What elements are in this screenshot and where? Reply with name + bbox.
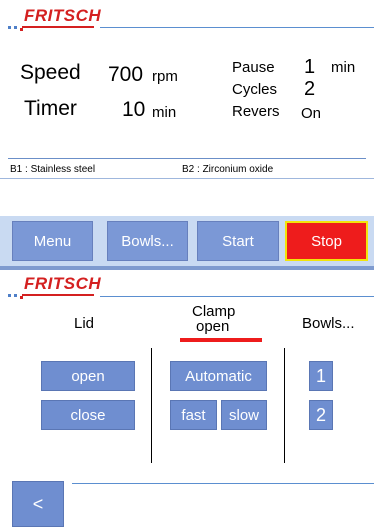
separator-line [8, 158, 366, 159]
clamp-slow-button[interactable]: slow [221, 400, 267, 430]
timer-value: 10 [122, 98, 146, 121]
cycles-value: 2 [304, 78, 316, 100]
fritsch-logo: FRITSCH [24, 6, 102, 25]
speed-unit: rpm [152, 68, 178, 85]
bowl-1-button[interactable]: 1 [309, 361, 333, 391]
separator-line-2 [0, 178, 374, 179]
header-line [100, 27, 374, 28]
revers-value: On [301, 105, 322, 122]
speed-label: Speed [20, 61, 81, 84]
stop-button[interactable]: Stop [285, 221, 368, 261]
bowl-2-button[interactable]: 2 [309, 400, 333, 430]
clamp-fast-button[interactable]: fast [170, 400, 217, 430]
timer-unit: min [152, 104, 177, 121]
logo-underline-2 [22, 294, 94, 296]
header-line-2 [100, 296, 374, 297]
lid-open-button[interactable]: open [41, 361, 135, 391]
menu-button[interactable]: Menu [12, 221, 93, 261]
pause-label: Pause [232, 59, 275, 76]
lid-close-button[interactable]: close [41, 400, 135, 430]
pause-value: 1 [304, 56, 316, 78]
lid-label: Lid [74, 315, 95, 332]
column-divider-2 [284, 348, 285, 463]
bowl-1-material: B1 : Stainless steel [10, 164, 96, 175]
bowls-button[interactable]: Bowls... [107, 221, 188, 261]
footer-line [72, 483, 374, 484]
clamp-state: open [196, 318, 230, 335]
fritsch-logo-2: FRITSCH [24, 274, 102, 293]
start-button[interactable]: Start [197, 221, 279, 261]
clamp-state-indicator [180, 338, 262, 342]
timer-label: Timer [24, 97, 77, 120]
column-divider-1 [151, 348, 152, 463]
cycles-label: Cycles [232, 81, 278, 98]
revers-label: Revers [232, 103, 280, 120]
pause-unit: min [331, 59, 356, 76]
back-button[interactable]: < [12, 481, 64, 527]
clamp-automatic-button[interactable]: Automatic [170, 361, 267, 391]
speed-value: 700 [108, 63, 144, 86]
bowls-label: Bowls... [302, 315, 355, 332]
logo-underline [22, 26, 94, 28]
bowl-2-material: B2 : Zirconium oxide [182, 164, 274, 175]
panel-divider [0, 266, 374, 270]
